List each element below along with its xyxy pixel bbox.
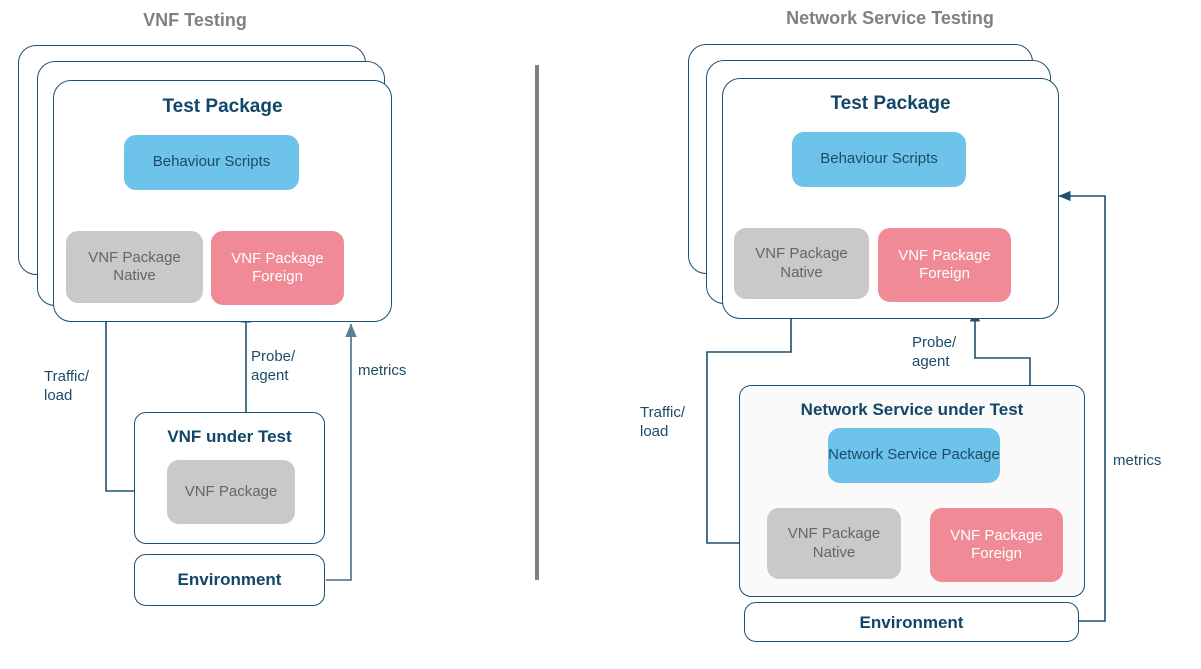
left-vnf-under-test-title: VNF under Test — [167, 427, 292, 446]
right-metrics-label: metrics — [1113, 452, 1162, 469]
panel-divider — [535, 65, 539, 580]
left-test-package-title: Test Package — [162, 96, 283, 117]
left-metrics-label: metrics — [358, 362, 407, 379]
right-nsut-vnf-package-foreign-chip[interactable]: VNF Package Foreign — [930, 508, 1063, 582]
left-environment-box[interactable]: Environment — [134, 554, 325, 606]
right-traffic-load-label: Traffic/ load — [640, 404, 686, 440]
right-section-title: Network Service Testing — [786, 8, 994, 28]
left-vnf-package-native-chip[interactable]: VNF Package Native — [66, 231, 203, 303]
left-vnf-package-foreign-chip[interactable]: VNF Package Foreign — [211, 231, 344, 305]
left-vnf-package-chip[interactable]: VNF Package — [167, 460, 295, 524]
right-test-package-title: Test Package — [830, 93, 951, 114]
right-environment-box[interactable]: Environment — [744, 602, 1079, 642]
left-probe-agent-label: Probe/ agent — [251, 348, 296, 384]
right-nsut-vnf-package-native-chip[interactable]: VNF Package Native — [767, 508, 901, 579]
right-network-service-package-chip[interactable]: Network Service Package — [828, 428, 1000, 483]
right-testpkg-vnf-package-foreign-chip[interactable]: VNF Package Foreign — [878, 228, 1011, 302]
left-metrics-connector — [326, 323, 357, 581]
diagram-canvas: VNF Testing Test Package Behaviour Scrip… — [0, 0, 1201, 669]
right-testpkg-vnf-package-native-chip[interactable]: VNF Package Native — [734, 228, 869, 299]
right-behaviour-scripts-chip[interactable]: Behaviour Scripts — [792, 132, 966, 187]
left-behaviour-scripts-chip[interactable]: Behaviour Scripts — [124, 135, 299, 190]
left-section-title: VNF Testing — [143, 10, 247, 30]
right-network-service-under-test-title: Network Service under Test — [800, 400, 1024, 419]
right-environment-title: Environment — [859, 613, 964, 632]
right-probe-agent-label: Probe/ agent — [912, 334, 957, 370]
left-traffic-load-label: Traffic/ load — [44, 368, 90, 404]
left-environment-title: Environment — [177, 570, 282, 589]
